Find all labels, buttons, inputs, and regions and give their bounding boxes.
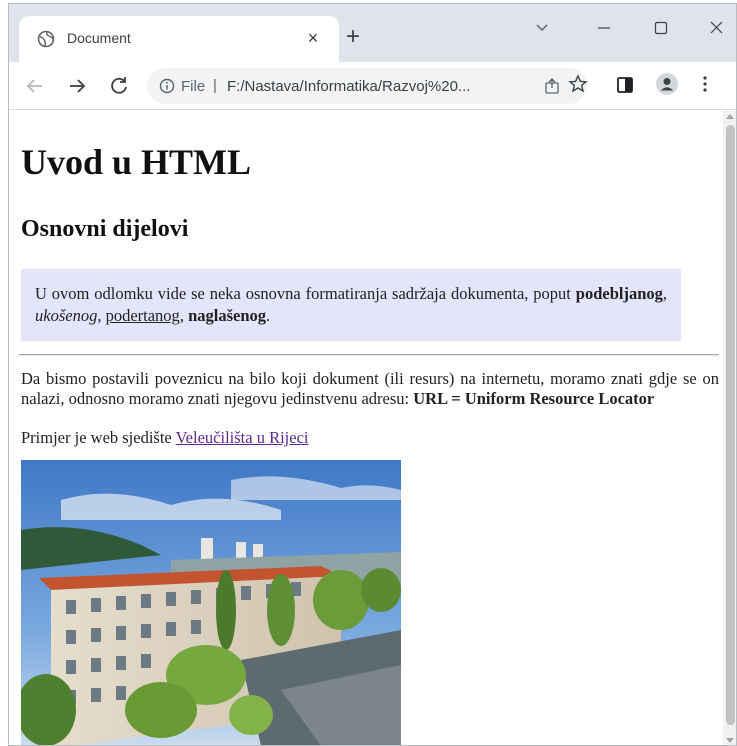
kebab-menu-icon[interactable] <box>699 74 711 94</box>
note-italic-text: ukošenog <box>35 306 98 325</box>
note-comma: , <box>97 306 106 325</box>
browser-window: Document × + File | F:/Nastava/Informati… <box>8 3 737 746</box>
tab-document[interactable]: Document × <box>19 16 339 62</box>
page-scrollbar[interactable] <box>723 111 736 745</box>
scroll-thumb[interactable] <box>726 125 735 725</box>
note-lead-text: U ovom odlomku vide se neka osnovna form… <box>35 284 576 303</box>
share-icon[interactable] <box>543 77 561 95</box>
tab-close-icon[interactable]: × <box>303 28 323 48</box>
horizontal-rule <box>19 354 719 356</box>
close-window-icon[interactable] <box>702 16 732 40</box>
note-comma: , <box>662 284 667 303</box>
site-info-icon[interactable] <box>159 78 175 94</box>
back-arrow-icon[interactable] <box>23 74 47 98</box>
example-text: Primjer je web sjedište <box>21 428 176 447</box>
section-heading: Osnovni dijelovi <box>21 216 189 242</box>
globe-icon <box>37 30 55 48</box>
bookmark-star-icon[interactable] <box>568 74 588 94</box>
note-comma: , <box>179 306 189 325</box>
note-end: . <box>266 306 271 325</box>
forward-arrow-icon[interactable] <box>65 74 89 98</box>
maximize-icon[interactable] <box>646 16 676 40</box>
note-underline-text: podertanog <box>105 306 180 325</box>
example-line: Primjer je web sjedište Veleučilišta u R… <box>21 428 308 448</box>
url-text[interactable]: F:/Nastava/Informatika/Razvoj%20... <box>227 78 517 95</box>
veleuciliste-link[interactable]: Veleučilišta u Rijeci <box>176 428 309 447</box>
formatting-note-box: U ovom odlomku vide se neka osnovna form… <box>21 269 681 341</box>
tab-title: Document <box>67 30 131 46</box>
note-bold-text: podebljanog <box>575 284 663 303</box>
tab-search-chevron-icon[interactable] <box>527 16 557 40</box>
new-tab-button[interactable]: + <box>342 25 364 49</box>
page-viewport: Uvod u HTML Osnovni dijelovi U ovom odlo… <box>9 111 723 745</box>
url-scheme-label: File <box>181 78 206 95</box>
campus-photo <box>21 460 401 745</box>
address-bar[interactable]: File | F:/Nastava/Informatika/Razvoj%20.… <box>147 68 587 104</box>
tab-strip: Document × + <box>9 4 736 62</box>
profile-avatar-icon[interactable] <box>656 73 678 95</box>
url-separator: | <box>213 77 217 94</box>
note-strong-text: naglašenog <box>188 306 266 325</box>
minimize-icon[interactable] <box>589 16 619 40</box>
page-heading: Uvod u HTML <box>21 142 252 182</box>
scroll-up-arrow-icon[interactable] <box>726 114 734 119</box>
url-definition: URL = Uniform Resource Locator <box>413 388 655 408</box>
reload-icon[interactable] <box>107 74 131 98</box>
url-paragraph: Da bismo postavili poveznicu na bilo koj… <box>21 369 719 408</box>
side-panel-icon[interactable] <box>615 75 635 95</box>
scroll-down-arrow-icon[interactable] <box>726 738 734 743</box>
